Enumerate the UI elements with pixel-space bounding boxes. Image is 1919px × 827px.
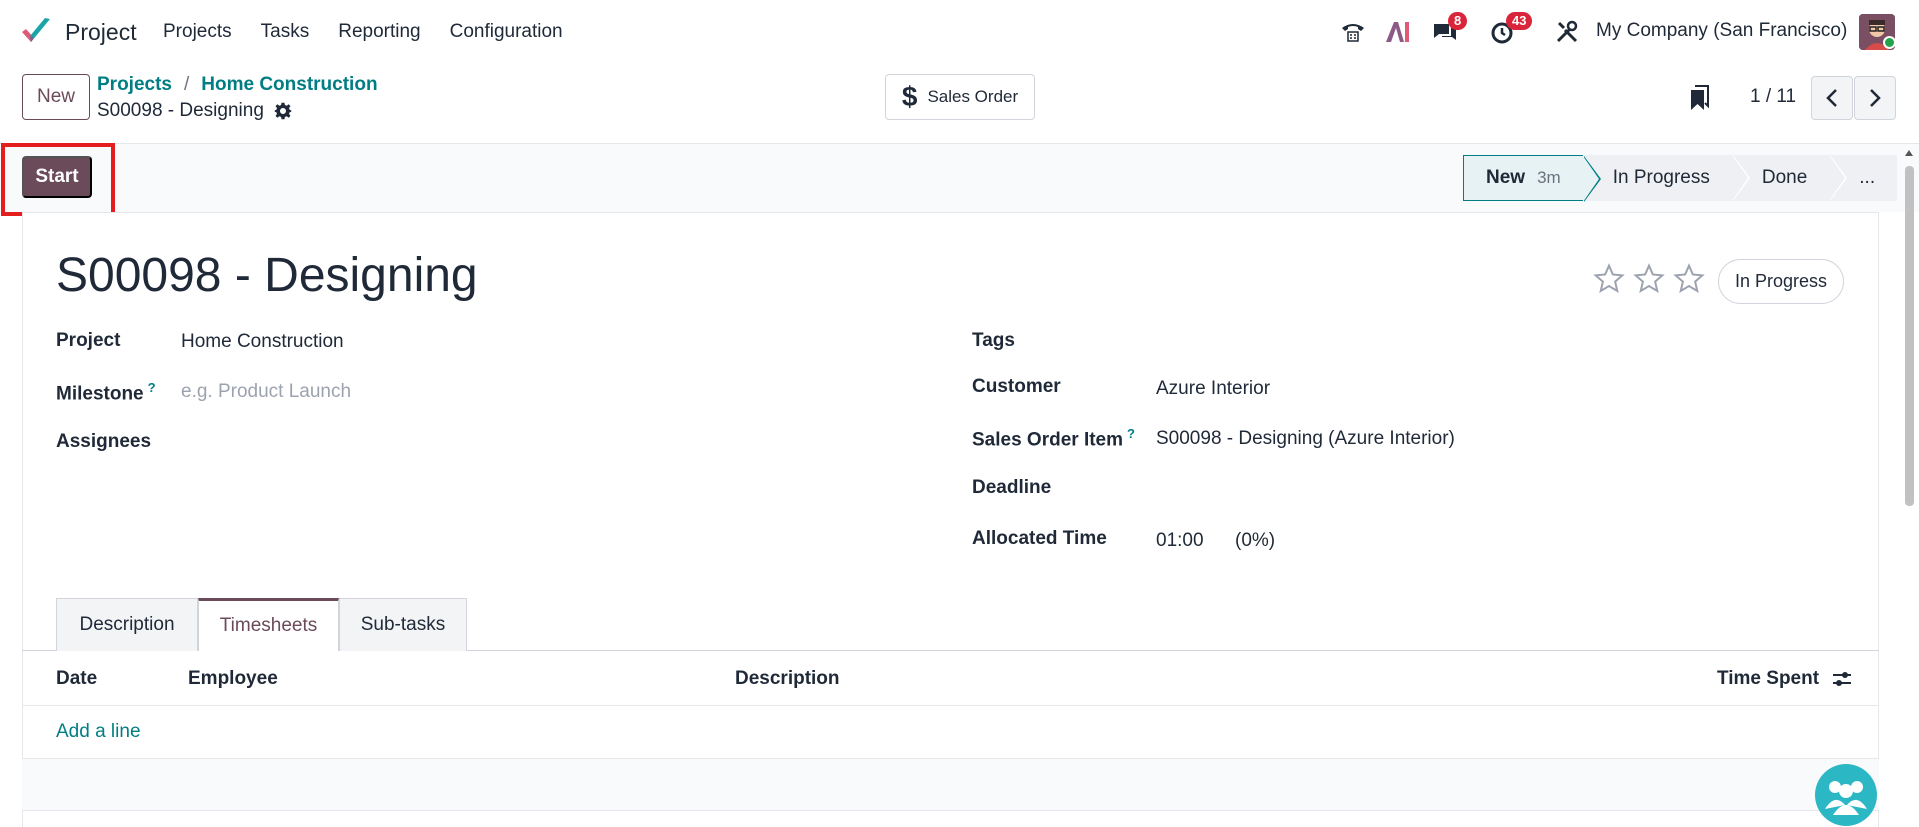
tags-field[interactable]	[1156, 330, 1836, 356]
column-date[interactable]: Date	[56, 668, 97, 690]
tab-description[interactable]: Description	[56, 598, 198, 651]
project-label: Project	[56, 330, 121, 351]
company-switcher[interactable]: My Company (San Francisco)	[1596, 20, 1847, 42]
tools-icon[interactable]	[1552, 14, 1582, 50]
tab-timesheets[interactable]: Timesheets	[198, 598, 339, 651]
control-panel: New Projects / Home Construction S00098 - …	[0, 64, 1919, 144]
deadline-label: Deadline	[972, 477, 1052, 498]
chevron-left-icon	[1826, 89, 1837, 107]
status-bar: Start New 3m In Progress Done ...	[0, 144, 1919, 212]
customer-field[interactable]: Azure Interior	[1156, 378, 1270, 400]
pager-value[interactable]: 1 / 11	[1750, 86, 1796, 108]
customer-label: Customer	[972, 376, 1061, 397]
menu-reporting[interactable]: Reporting	[338, 21, 420, 43]
allocated-time-field[interactable]: 01:00	[1156, 530, 1204, 552]
help-icon[interactable]: ?	[1127, 426, 1135, 441]
stage-in-progress[interactable]: In Progress	[1582, 155, 1751, 201]
stage-in-progress-label: In Progress	[1612, 167, 1710, 188]
priority-stars	[1593, 263, 1705, 295]
sales-order-item-field[interactable]: S00098 - Designing (Azure Interior)	[1156, 428, 1455, 450]
breadcrumb-projects[interactable]: Projects	[97, 74, 172, 95]
menu-projects[interactable]: Projects	[163, 21, 232, 43]
top-navbar: Project Projects Tasks Reporting Configu…	[0, 0, 1919, 64]
star-icon[interactable]	[1593, 263, 1625, 295]
add-line-link[interactable]: Add a line	[56, 721, 141, 743]
tags-label: Tags	[972, 330, 1015, 351]
record-title-text: S00098 - Designing	[97, 100, 264, 121]
column-employee[interactable]: Employee	[188, 668, 278, 690]
new-button[interactable]: New	[22, 74, 90, 120]
help-icon[interactable]: ?	[148, 380, 156, 395]
table-empty-row	[22, 759, 1879, 811]
column-settings-icon[interactable]	[1831, 668, 1853, 690]
record-title: S00098 - Designing	[97, 100, 292, 122]
stage-more-label: ...	[1859, 167, 1876, 188]
sales-order-item-label-text: Sales Order Item	[972, 429, 1124, 451]
project-field[interactable]: Home Construction	[181, 331, 344, 353]
stage-new-duration: 3m	[1537, 168, 1561, 187]
start-button-highlight	[1, 143, 115, 216]
ai-icon[interactable]	[1383, 14, 1413, 50]
deadline-field[interactable]	[1156, 477, 1836, 503]
assignees-label: Assignees	[56, 431, 152, 452]
milestone-label-text: Milestone	[56, 383, 144, 405]
allocated-time-percent: (0%)	[1235, 530, 1276, 551]
menu-tasks[interactable]: Tasks	[261, 21, 310, 43]
activities-icon[interactable]: 43	[1486, 12, 1533, 50]
sales-order-button[interactable]: $ Sales Order	[885, 74, 1035, 120]
scroll-up-icon[interactable]	[1904, 148, 1914, 158]
star-icon[interactable]	[1673, 263, 1705, 295]
milestone-field[interactable]: e.g. Product Launch	[181, 381, 351, 403]
table-header-divider	[22, 705, 1879, 706]
scrollbar-thumb[interactable]	[1905, 166, 1914, 506]
users-group-icon	[1825, 781, 1867, 815]
breadcrumb: Projects / Home Construction	[97, 74, 378, 96]
dollar-icon: $	[901, 81, 918, 112]
gear-icon[interactable]	[274, 102, 292, 120]
task-title[interactable]: S00098 - Designing	[56, 248, 478, 303]
pager-next-button[interactable]	[1854, 76, 1896, 120]
star-icon[interactable]	[1633, 263, 1665, 295]
activities-badge: 43	[1506, 12, 1533, 30]
messages-badge: 8	[1448, 12, 1468, 30]
assignees-field[interactable]	[181, 431, 881, 457]
breadcrumb-separator: /	[183, 74, 190, 95]
messages-icon[interactable]: 8	[1428, 12, 1468, 50]
column-time-spent[interactable]: Time Spent	[1717, 668, 1819, 690]
chevron-right-icon	[1870, 89, 1881, 107]
stage-selector: New 3m In Progress Done ...	[1463, 155, 1898, 202]
sales-order-item-label: Sales Order Item?	[972, 426, 1135, 451]
milestone-label: Milestone?	[56, 380, 156, 405]
pager-previous-button[interactable]	[1811, 76, 1853, 120]
project-logo-icon[interactable]	[20, 16, 52, 48]
notebook-tabs: Description Timesheets Sub-tasks	[56, 598, 467, 651]
menu-configuration[interactable]: Configuration	[450, 21, 563, 43]
main-menu: Projects Tasks Reporting Configuration	[163, 21, 592, 43]
tab-sub-tasks[interactable]: Sub-tasks	[339, 598, 467, 651]
stage-new[interactable]: New 3m	[1463, 155, 1601, 202]
breadcrumb-home-construction[interactable]: Home Construction	[201, 74, 377, 95]
app-name[interactable]: Project	[65, 19, 137, 46]
status-pill[interactable]: In Progress	[1718, 259, 1844, 304]
table-row-divider	[22, 810, 1879, 811]
allocated-time-label: Allocated Time	[972, 528, 1107, 549]
form-sheet	[22, 212, 1879, 827]
online-status-dot	[1883, 36, 1896, 49]
stage-new-label: New	[1486, 167, 1526, 188]
column-description[interactable]: Description	[735, 668, 840, 690]
sales-order-label: Sales Order	[927, 87, 1019, 106]
stage-done-label: Done	[1761, 167, 1808, 188]
phone-icon[interactable]	[1338, 14, 1368, 50]
livechat-button[interactable]	[1815, 764, 1877, 826]
bookmark-icon[interactable]	[1688, 84, 1712, 112]
